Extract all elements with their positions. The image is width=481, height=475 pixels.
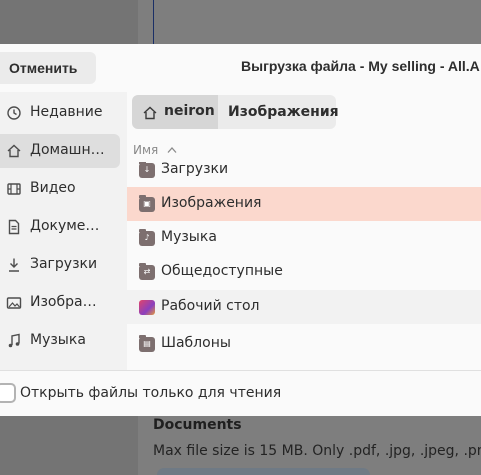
readonly-checkbox-label[interactable]: Открыть файлы только для чтения	[20, 385, 281, 401]
file-name: Шаблоны	[161, 335, 231, 351]
download-icon	[9, 258, 19, 272]
file-row-downloads[interactable]: ↓ Загрузки	[127, 162, 481, 187]
file-row-public[interactable]: ⇄ Общедоступные	[127, 255, 481, 289]
sidebar-item-recent[interactable]: Недавние	[0, 96, 120, 130]
sidebar-item-label: Музыка	[30, 332, 86, 348]
file-name: Рабочий стол	[161, 298, 260, 314]
file-chooser-dialog: Отменить Выгрузка файла - My selling - A…	[0, 44, 481, 416]
name-column-header[interactable]: Имя	[127, 138, 481, 162]
sidebar-item-label: Загрузки	[30, 256, 98, 272]
sidebar-item-label: Видео	[30, 180, 76, 196]
cancel-button[interactable]: Отменить	[0, 52, 96, 84]
dialog-header: Отменить Выгрузка файла - My selling - A…	[0, 44, 481, 92]
music-icon	[8, 333, 20, 348]
folder-public-icon: ⇄	[139, 263, 155, 280]
path-button-home[interactable]: neiron	[132, 95, 218, 129]
path-bar: neiron Изображения	[132, 95, 339, 129]
file-row-music[interactable]: ♪ Музыка	[127, 221, 481, 255]
folder-templates-icon: ▤	[139, 335, 155, 352]
sidebar-item-label: Докуме…	[30, 218, 100, 234]
image-icon	[6, 297, 22, 309]
clock-icon	[7, 106, 21, 120]
sidebar-item-label: Изобра…	[30, 294, 97, 310]
file-size-note: Max file size is 15 MB. Only .pdf, .jpg,…	[153, 443, 481, 459]
column-label: Имя	[133, 143, 159, 157]
readonly-checkbox[interactable]	[0, 383, 16, 403]
file-name: Изображения	[161, 195, 262, 211]
file-row-desktop[interactable]: Рабочий стол	[127, 290, 481, 324]
sidebar-item-label: Домашн…	[30, 142, 105, 158]
sidebar-item-music[interactable]: Музыка	[0, 324, 120, 358]
file-row-templates[interactable]: ▤ Шаблоны	[127, 327, 481, 361]
sidebar-item-home[interactable]: Домашн…	[0, 134, 120, 168]
documents-heading: Documents	[153, 417, 242, 433]
document-icon	[8, 219, 20, 235]
file-list-pane: neiron Изображения Имя ↓ Загрузки ▣ Изоб…	[127, 92, 481, 370]
file-list: ↓ Загрузки ▣ Изображения ♪ Музыка ⇄ Обще…	[127, 162, 481, 370]
folder-desktop-icon	[139, 300, 155, 315]
sidebar-item-label: Недавние	[30, 104, 103, 120]
file-name: Общедоступные	[161, 263, 283, 279]
folder-music-icon: ♪	[139, 229, 155, 246]
text-cursor	[153, 0, 154, 44]
sort-ascending-icon	[167, 147, 177, 153]
dialog-title: Выгрузка файла - My selling - All.A	[241, 58, 480, 74]
sidebar-item-videos[interactable]: Видео	[0, 172, 120, 206]
file-name: Музыка	[161, 229, 217, 245]
upload-dropzone	[157, 468, 370, 475]
sidebar-item-downloads[interactable]: Загрузки	[0, 248, 120, 282]
sidebar-item-pictures[interactable]: Изобра…	[0, 286, 120, 320]
path-button-current[interactable]: Изображения	[218, 95, 339, 129]
file-name: Загрузки	[161, 162, 229, 177]
sidebar-item-documents[interactable]: Докуме…	[0, 210, 120, 244]
film-icon	[7, 183, 21, 195]
path-label: neiron	[164, 103, 215, 119]
dialog-footer: Открыть файлы только для чтения	[0, 370, 481, 416]
folder-pictures-icon: ▣	[139, 195, 155, 212]
home-icon	[7, 144, 21, 158]
file-row-pictures[interactable]: ▣ Изображения	[127, 187, 481, 221]
folder-download-icon: ↓	[139, 162, 155, 178]
home-icon	[143, 106, 157, 120]
places-sidebar: Недавние Домашн… Видео Докуме… Загрузки …	[0, 92, 127, 370]
